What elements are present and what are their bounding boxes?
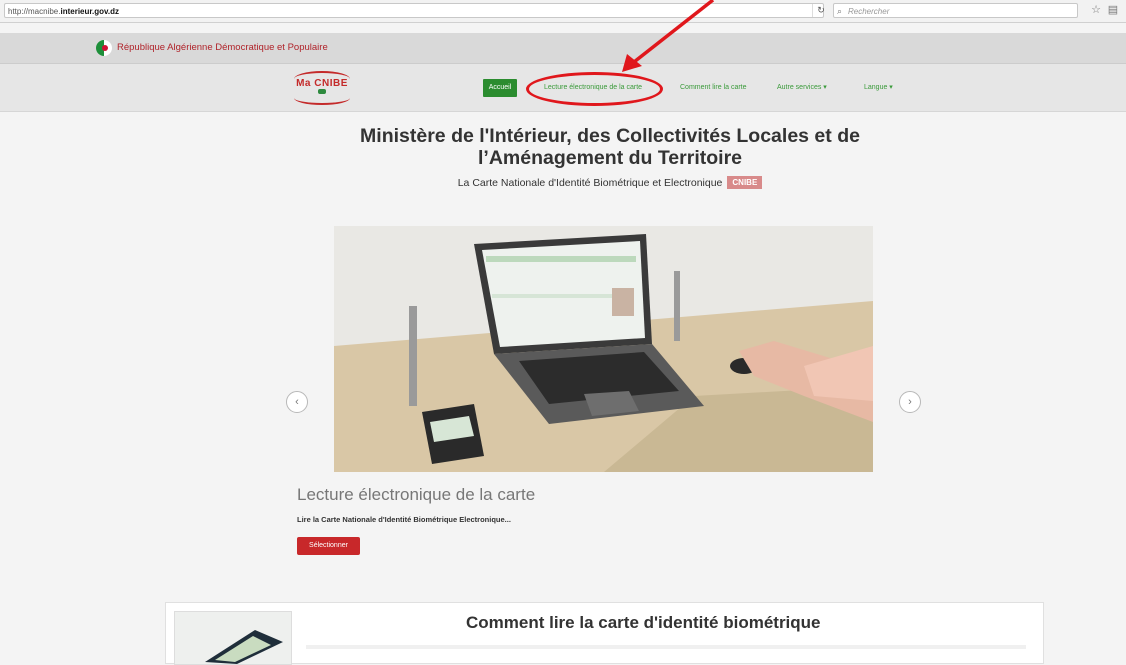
carousel-slide-image[interactable] [334, 226, 873, 472]
page-title-line2: l’Aménagement du Territoire [477, 147, 743, 169]
card-title: Comment lire la carte d'identité biométr… [466, 613, 821, 632]
nav-item-accueil[interactable]: Accueil [483, 79, 517, 97]
chevron-left-icon: ‹ [295, 396, 299, 408]
page-title-line1: Ministère de l'Intérieur, des Collectivi… [360, 125, 860, 147]
main-navbar: Ma CNIBE Accueil Lecture électronique de… [0, 64, 1126, 112]
nav-item-langue[interactable]: Langue ▾ [864, 79, 893, 97]
carousel-caption-title: Lecture électronique de la carte [297, 485, 536, 504]
annotation-circle [526, 72, 663, 106]
url-domain: interieur.gov.dz [60, 7, 120, 16]
carousel-caption-text: Lire la Carte Nationale d'Identité Biomé… [297, 515, 511, 524]
chevron-right-icon: › [908, 396, 912, 408]
search-icon: ⌕ [837, 6, 843, 16]
card-reader-thumbnail [174, 611, 292, 665]
nav-item-autre-services[interactable]: Autre services ▾ [777, 79, 827, 97]
carousel-prev-button[interactable]: ‹ [286, 391, 308, 413]
republic-banner: République Algérienne Démocratique et Po… [0, 33, 1126, 64]
republic-name: République Algérienne Démocratique et Po… [117, 42, 328, 53]
url-prefix: http://macnibe. [8, 7, 61, 16]
address-bar[interactable]: http://macnibe.interieur.gov.dz [4, 3, 824, 18]
clipboard-icon[interactable]: ▤ [1106, 3, 1120, 18]
subtitle-text: La Carte Nationale d'Identité Biométriqu… [457, 177, 723, 189]
page-title: Ministère de l'Intérieur, des Collectivi… [300, 125, 920, 169]
star-icon[interactable]: ☆ [1089, 3, 1103, 18]
reload-icon[interactable]: ↻ [812, 4, 829, 17]
browser-search-input[interactable]: ⌕ Rechercher [833, 3, 1078, 18]
info-card: Comment lire la carte d'identité biométr… [165, 602, 1044, 665]
laptop-card-reader-photo [334, 226, 873, 472]
browser-search-placeholder: Rechercher [848, 7, 890, 16]
nav-item-comment-lire[interactable]: Comment lire la carte [680, 79, 747, 97]
algeria-flag-icon [96, 40, 112, 56]
select-button[interactable]: Sélectionner [297, 537, 360, 555]
cnibe-badge: CNIBE [727, 176, 763, 189]
browser-toolbar: http://macnibe.interieur.gov.dz ↻ ⌕ Rech… [0, 0, 1126, 23]
logo-text: Ma CNIBE [296, 78, 348, 89]
site-logo[interactable]: Ma CNIBE [284, 71, 360, 105]
carousel-next-button[interactable]: › [899, 391, 921, 413]
page-subtitle: La Carte Nationale d'Identité Biométriqu… [300, 176, 920, 189]
